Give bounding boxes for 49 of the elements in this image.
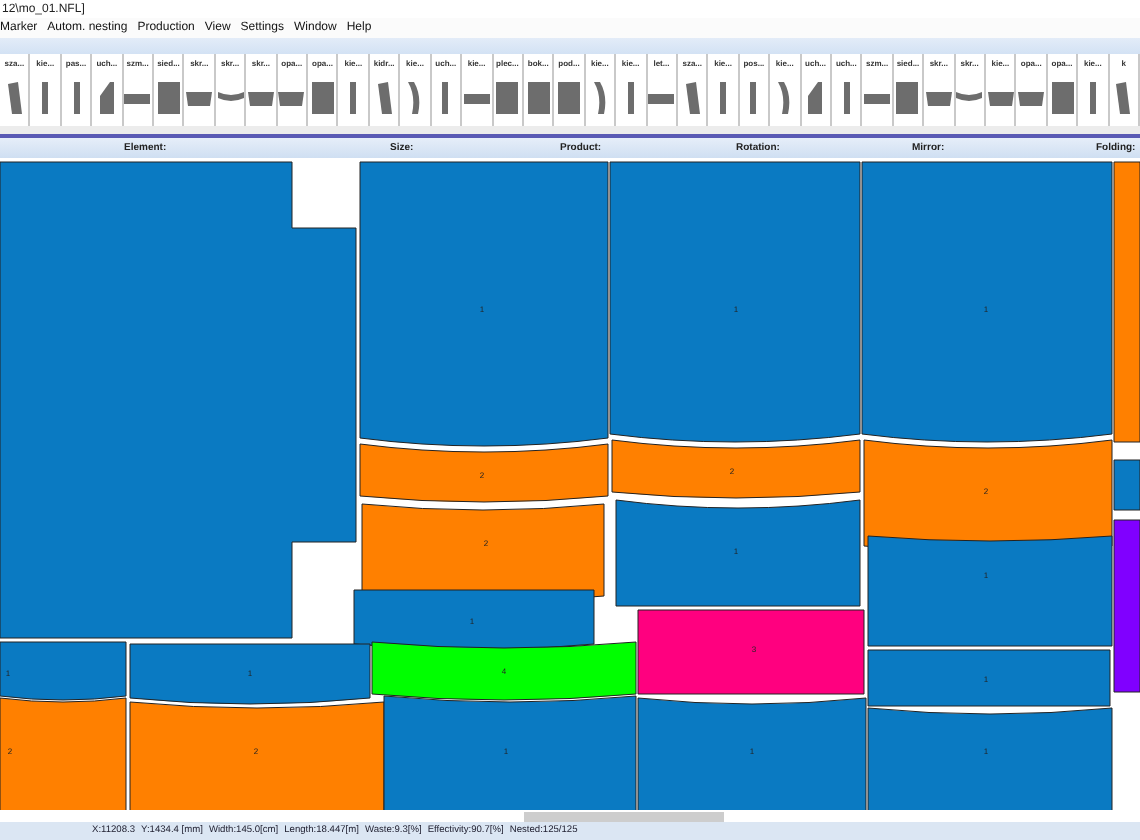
nested-piece[interactable] <box>611 439 861 499</box>
part-shape-icon <box>1089 82 1096 114</box>
nested-piece[interactable] <box>615 499 861 607</box>
part-shape-icon <box>527 82 550 114</box>
part-shape-icon <box>408 82 421 114</box>
part-shape-icon <box>1018 91 1045 105</box>
part-shape-icon <box>377 82 392 114</box>
part-shape-icon <box>157 82 180 114</box>
part-shape-icon <box>925 91 952 105</box>
part-shape-icon <box>750 82 757 114</box>
part-shape-icon <box>217 92 244 104</box>
part-shape-icon <box>648 93 675 103</box>
part-shape-icon <box>956 92 983 104</box>
part-shape-icon <box>463 93 490 103</box>
nested-piece[interactable] <box>383 695 637 810</box>
part-shape-icon <box>442 82 449 114</box>
nested-piece[interactable] <box>353 589 595 651</box>
part-shape-icon <box>247 91 274 105</box>
nested-piece[interactable] <box>359 443 609 503</box>
part-shape-icon <box>186 91 213 105</box>
part-shape-icon <box>7 82 22 114</box>
part-shape-icon <box>1116 82 1131 114</box>
part-shape-icon <box>1051 82 1074 114</box>
part-shape-icon <box>350 82 357 114</box>
part-shape-icon <box>593 82 606 114</box>
nested-piece[interactable] <box>371 641 637 701</box>
nested-piece[interactable] <box>867 707 1113 810</box>
part-shape-icon <box>685 82 700 114</box>
part-shape-icon <box>720 82 727 114</box>
part-shape-icon <box>808 82 823 114</box>
part-shape-icon <box>864 93 891 103</box>
part-shape-icon <box>42 82 49 114</box>
part-shape-icon <box>99 82 114 114</box>
part-shape-icon <box>496 82 519 114</box>
part-shape-icon <box>627 82 634 114</box>
nested-piece[interactable] <box>129 701 385 810</box>
nested-piece[interactable] <box>0 161 357 639</box>
part-shape-icon <box>124 93 151 103</box>
part-shape-icon <box>778 82 791 114</box>
scrollbar-thumb[interactable] <box>524 811 724 821</box>
nested-piece[interactable] <box>129 643 371 705</box>
part-shape-icon <box>843 82 850 114</box>
part-shape-icon <box>987 91 1014 105</box>
part-shape-icon <box>278 91 305 105</box>
part-shape-icon <box>311 82 334 114</box>
part-shape-icon <box>558 82 581 114</box>
nested-piece[interactable] <box>637 697 867 810</box>
part-shape-icon <box>896 82 919 114</box>
part-shape-icon <box>73 82 80 114</box>
